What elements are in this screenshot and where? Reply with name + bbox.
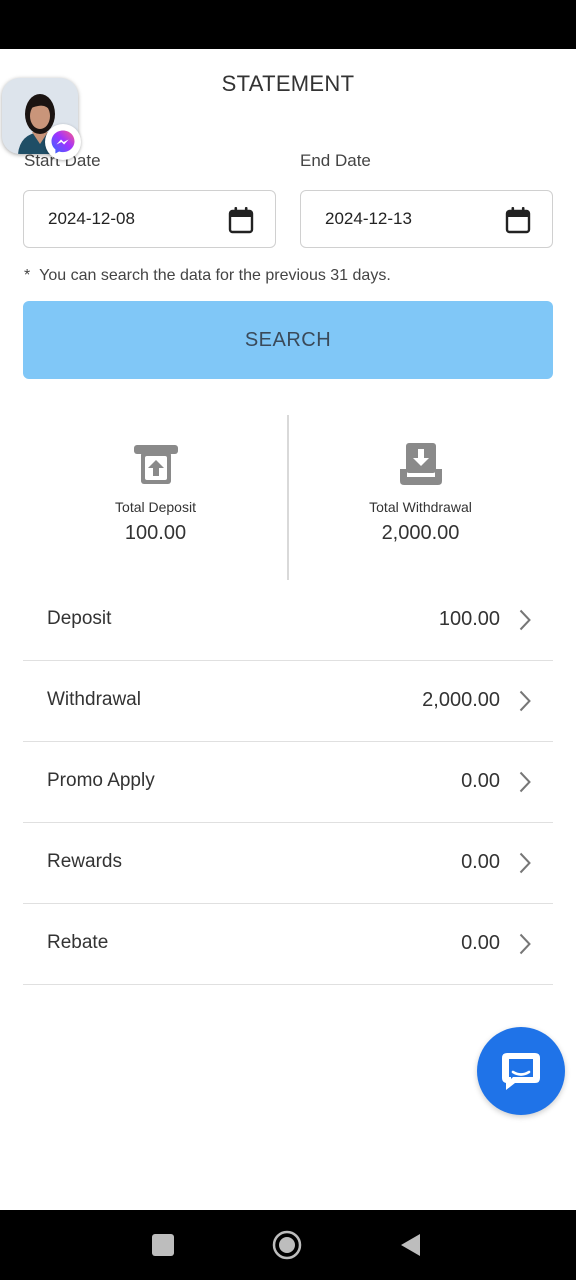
back-button[interactable] (394, 1228, 428, 1262)
download-tray-icon (400, 443, 442, 485)
upload-tray-icon (134, 445, 178, 484)
end-date-label: End Date (300, 151, 371, 170)
chevron-right-icon (519, 933, 531, 955)
list-item-rebate[interactable]: Rebate 0.00 (23, 904, 553, 985)
square-icon (152, 1234, 174, 1256)
list-item-value: 2,000.00 (422, 689, 500, 711)
list-item-withdrawal[interactable]: Withdrawal 2,000.00 (23, 661, 553, 742)
chevron-right-icon (519, 609, 531, 631)
list-item-label: Withdrawal (47, 689, 141, 710)
chevron-right-icon (519, 771, 531, 793)
note-text: You can search the data for the previous… (39, 267, 391, 284)
list-item-value: 0.00 (461, 932, 500, 954)
list-item-value: 0.00 (461, 851, 500, 873)
start-date-value: 2024-12-08 (48, 209, 135, 228)
chevron-right-icon (519, 852, 531, 874)
list-item-label: Deposit (47, 608, 112, 629)
chevron-right-icon (519, 690, 531, 712)
total-withdrawal-value: 2,000.00 (381, 522, 460, 544)
system-navigation-bar (0, 1210, 576, 1280)
transaction-list: Deposit 100.00 Withdrawal 2,000.00 Promo… (23, 580, 553, 985)
chat-bubble-icon (502, 1053, 540, 1090)
total-deposit-card: Total Deposit 100.00 (23, 415, 288, 580)
list-item-label: Rewards (47, 851, 122, 872)
search-range-note: * You can search the data for the previo… (24, 267, 391, 285)
calendar-icon[interactable] (505, 206, 531, 234)
start-date-field[interactable]: 2024-12-08 (23, 190, 276, 248)
list-item-rewards[interactable]: Rewards 0.00 (23, 823, 553, 904)
total-withdrawal-label: Total Withdrawal (369, 499, 472, 515)
total-withdrawal-card: Total Withdrawal 2,000.00 (288, 415, 553, 580)
live-chat-button[interactable] (477, 1027, 565, 1115)
home-circle-icon (272, 1230, 302, 1260)
list-item-value: 100.00 (438, 608, 500, 630)
total-deposit-value: 100.00 (124, 522, 187, 544)
page-title: STATEMENT (221, 71, 355, 96)
note-asterisk: * (24, 267, 31, 284)
messenger-badge[interactable] (45, 124, 81, 160)
recent-apps-button[interactable] (146, 1228, 180, 1262)
statement-page: STATEMENT Start Date End Date 2024-12-08… (0, 49, 576, 1210)
list-item-promo-apply[interactable]: Promo Apply 0.00 (23, 742, 553, 823)
list-item-label: Promo Apply (47, 770, 155, 791)
calendar-icon[interactable] (228, 206, 254, 234)
list-item-value: 0.00 (461, 770, 500, 792)
list-item-label: Rebate (47, 932, 109, 953)
list-item-deposit[interactable]: Deposit 100.00 (23, 580, 553, 661)
status-bar (0, 0, 576, 49)
home-button[interactable] (270, 1228, 304, 1262)
search-button[interactable]: SEARCH (23, 301, 553, 379)
totals-summary: Total Deposit 100.00 Total Withdrawal 2,… (23, 415, 553, 580)
total-deposit-label: Total Deposit (115, 499, 196, 515)
back-triangle-icon (401, 1234, 420, 1256)
messenger-icon (51, 130, 75, 154)
end-date-field[interactable]: 2024-12-13 (300, 190, 553, 248)
end-date-value: 2024-12-13 (325, 209, 412, 228)
